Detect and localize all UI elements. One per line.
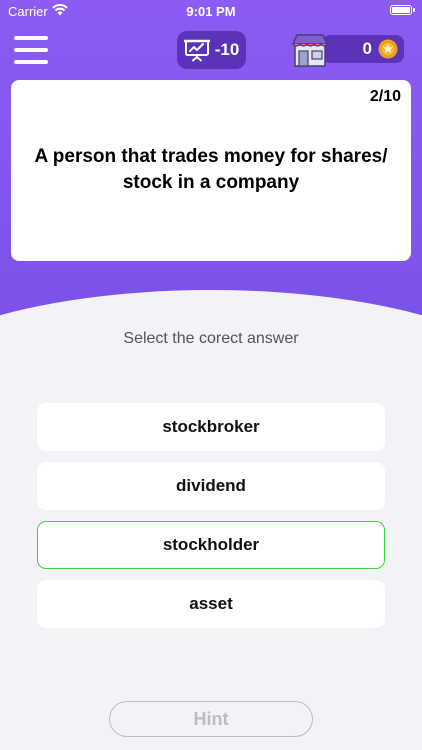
question-text: A person that trades money for shares/ s… <box>34 146 388 193</box>
store-icon <box>291 34 329 67</box>
answer-label: dividend <box>176 476 246 495</box>
status-bar: Carrier 9:01 PM <box>0 0 422 22</box>
star-coin-icon <box>378 39 398 59</box>
store-button[interactable] <box>290 32 330 68</box>
header-curve <box>0 290 422 330</box>
instruction-text: Select the corect answer <box>123 330 299 347</box>
question-card: 2/10 A person that trades money for shar… <box>11 80 411 261</box>
clock: 9:01 PM <box>186 4 236 19</box>
answer-option-1[interactable]: stockbroker <box>37 403 385 451</box>
answer-label: stockbroker <box>162 417 260 436</box>
menu-button[interactable] <box>14 35 48 65</box>
battery-icon <box>390 5 415 15</box>
coin-value: 0 <box>362 39 372 58</box>
answer-option-4[interactable]: asset <box>37 580 385 628</box>
score-display: -10 <box>177 31 246 69</box>
coin-balance: 0 <box>322 35 404 63</box>
answer-option-3[interactable]: stockholder <box>37 521 385 569</box>
hint-label: Hint <box>193 708 229 729</box>
answer-option-2[interactable]: dividend <box>37 462 385 510</box>
question-progress: 2/10 <box>369 88 401 105</box>
presentation-chart-icon <box>183 39 210 62</box>
answer-label: asset <box>189 594 233 613</box>
score-value: -10 <box>214 40 240 59</box>
answer-label: stockholder <box>162 535 260 554</box>
hint-button[interactable]: Hint <box>109 701 313 737</box>
